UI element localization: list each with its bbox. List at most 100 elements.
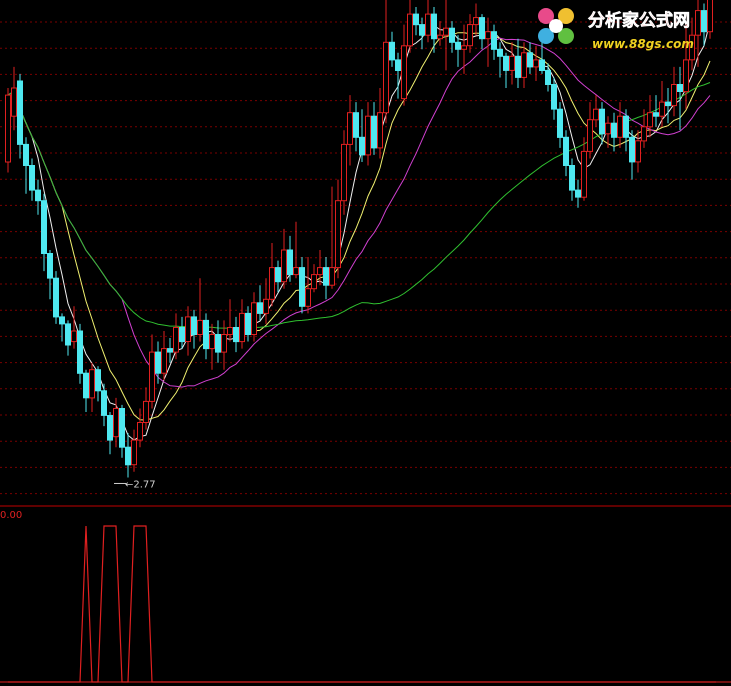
candle-down: [17, 80, 23, 145]
candle-up: [467, 24, 473, 47]
candle-up: [5, 94, 11, 163]
candle-down: [557, 108, 563, 138]
candle-down: [191, 316, 197, 335]
candle-down: [155, 351, 161, 374]
candle-up: [485, 31, 491, 40]
candle-down: [59, 316, 65, 325]
candle-down: [275, 267, 281, 283]
moving-average-lines: [7, 21, 711, 441]
candle-up: [401, 45, 407, 100]
candle-down: [233, 327, 239, 343]
candle-up: [695, 10, 701, 36]
candle-up: [509, 55, 515, 71]
candle-down: [359, 136, 365, 156]
candle-up: [407, 13, 413, 47]
candle-up: [437, 34, 443, 40]
candle-down: [449, 27, 455, 43]
candle-up: [71, 330, 77, 343]
candle-down: [77, 330, 83, 374]
candle-down: [611, 122, 617, 138]
candle-up: [89, 369, 95, 399]
candle-up: [137, 422, 143, 441]
candle-up: [425, 13, 431, 36]
candle-down: [41, 200, 47, 254]
candle-up: [347, 112, 353, 145]
candle-down: [389, 41, 395, 61]
candle-up: [221, 334, 227, 353]
candle-up: [377, 112, 383, 149]
indicator-top-value-label: 0.00: [0, 510, 22, 521]
candle-up: [113, 408, 119, 438]
candle-up: [281, 249, 287, 283]
candle-up: [11, 87, 17, 117]
candle-up: [593, 108, 599, 121]
candle-down: [497, 48, 503, 57]
candle-up: [305, 288, 311, 307]
indicator-line: [8, 525, 716, 683]
candlestick-series: [5, 0, 713, 478]
low-price-label: ←2.77: [125, 479, 156, 490]
candle-up: [197, 319, 203, 335]
watermark-logo: 分析家公式网 www.88gs.com: [538, 8, 694, 51]
ma5-line: [7, 21, 711, 441]
candle-up: [635, 140, 641, 163]
candle-down: [53, 277, 59, 318]
candle-down: [353, 112, 359, 138]
ma20-line: [7, 37, 711, 388]
candle-up: [329, 267, 335, 286]
candle-down: [629, 136, 635, 163]
price-labels: ←2.77: [114, 479, 156, 490]
candle-up: [605, 122, 611, 135]
candle-down: [665, 101, 671, 107]
candle-up: [671, 84, 677, 107]
candle-up: [293, 267, 299, 276]
candle-up: [239, 312, 245, 343]
candle-up: [251, 302, 257, 335]
candle-up: [707, 0, 713, 33]
candle-up: [185, 316, 191, 342]
candle-down: [83, 372, 89, 399]
candle-up: [335, 200, 341, 269]
candle-down: [371, 115, 377, 149]
stock-chart[interactable]: ←2.77 0.00 分析家公式网 www.88gs.com: [0, 0, 731, 686]
candle-down: [35, 189, 41, 202]
candle-down: [623, 115, 629, 138]
candle-up: [365, 115, 371, 156]
candle-down: [95, 369, 101, 392]
candle-up: [533, 59, 539, 68]
candle-up: [263, 298, 269, 314]
candle-down: [479, 17, 485, 40]
candle-down: [419, 24, 425, 36]
candle-up: [587, 119, 593, 152]
candle-down: [455, 41, 461, 50]
candle-down: [515, 55, 521, 78]
candle-up: [131, 439, 137, 466]
candle-down: [323, 267, 329, 286]
candle-down: [503, 55, 509, 71]
candle-up: [269, 267, 275, 300]
candle-down: [599, 108, 605, 135]
candle-down: [65, 323, 71, 346]
candle-up: [461, 45, 467, 50]
candle-down: [287, 249, 293, 276]
candle-down: [119, 408, 125, 448]
candle-up: [473, 17, 479, 26]
candle-up: [311, 274, 317, 290]
candle-down: [167, 348, 173, 353]
candle-down: [563, 136, 569, 167]
candle-down: [551, 84, 557, 110]
candle-down: [545, 69, 551, 86]
candle-down: [527, 52, 533, 68]
candle-down: [203, 319, 209, 350]
candle-down: [47, 253, 53, 279]
candle-down: [701, 10, 707, 33]
candle-down: [179, 327, 185, 343]
candle-down: [107, 415, 113, 441]
candle-up: [443, 27, 449, 36]
candle-down: [539, 59, 545, 72]
candle-up: [659, 101, 665, 117]
candle-down: [101, 390, 107, 416]
watermark-site-url: www.88gs.com: [592, 37, 694, 51]
candle-up: [581, 150, 587, 198]
candle-down: [299, 267, 305, 307]
